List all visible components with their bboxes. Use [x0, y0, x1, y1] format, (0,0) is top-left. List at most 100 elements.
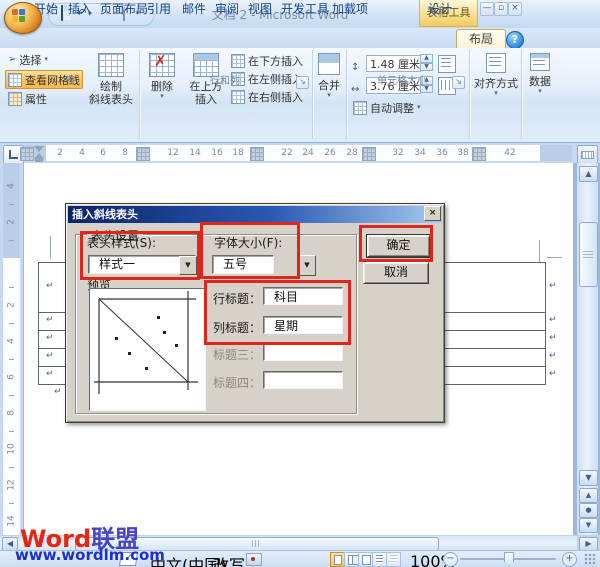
ruler-number: 34 [414, 148, 426, 158]
scroll-up-button[interactable]: ▲ [579, 166, 598, 182]
title4-input[interactable] [263, 371, 343, 389]
column-marker-icon[interactable] [250, 147, 264, 161]
insert-right-button[interactable]: 在右侧插入 [229, 88, 305, 105]
ruler-number: 12 [167, 148, 179, 158]
ruler-number: 42 [504, 148, 516, 158]
properties-icon [8, 91, 22, 106]
dialog-close-button[interactable]: × [424, 206, 441, 221]
cell-end-mark: ↵ [46, 315, 54, 325]
previous-page-button[interactable]: ▲ [579, 488, 598, 503]
row-height-stepper[interactable]: ▲ ▼ [420, 54, 433, 71]
column-marker-icon[interactable] [136, 147, 150, 161]
dialog-launcher-icon[interactable]: ↘ [296, 76, 309, 89]
dialog-launcher-icon[interactable]: ↘ [452, 76, 465, 89]
first-line-indent-marker[interactable] [34, 146, 44, 152]
view-outline-button[interactable] [372, 552, 387, 567]
ruler-number: 8 [6, 410, 17, 416]
font-size-combobox[interactable]: 五号 [212, 255, 274, 274]
tab-design[interactable]: 设计 [424, 0, 456, 19]
view-draft-button[interactable] [386, 552, 401, 567]
table-border [38, 330, 65, 331]
row-title-input[interactable] [263, 287, 343, 305]
ruler-tick [9, 323, 14, 324]
watermark-url: www.wordlm.com [15, 546, 165, 564]
tab-layout-active[interactable]: 布局 [456, 29, 506, 49]
tab-references[interactable]: 引用 [143, 0, 175, 19]
ok-button[interactable]: 确定 [366, 234, 431, 258]
cursor-icon: ➢ [8, 54, 17, 65]
status-overtype-mode[interactable]: 改写 [213, 552, 245, 567]
row-height-input[interactable] [366, 55, 421, 72]
data-button[interactable]: 数据 ▾ [524, 53, 556, 95]
ruler-tick [9, 240, 14, 241]
distribute-rows-button[interactable] [438, 55, 456, 73]
data-icon [530, 53, 550, 71]
minimize-button[interactable]: — [480, 2, 494, 16]
ruler-tick [9, 204, 14, 205]
select-browse-object-button[interactable]: ● [579, 503, 598, 518]
column-marker-icon[interactable] [362, 147, 376, 161]
ruler-number: 4 [6, 338, 17, 344]
col-title-input[interactable] [263, 316, 343, 334]
alignment-button[interactable]: 对齐方式 ▾ [472, 53, 520, 97]
ruler-number: 10 [6, 443, 17, 455]
ruler-number: 6 [100, 148, 106, 158]
tab-view[interactable]: 视图 [244, 0, 276, 19]
select-button[interactable]: ➢ 选择 ▾ [6, 51, 50, 68]
group-label-rows-cols: 行和列 [210, 76, 240, 87]
combobox-dropdown-icon[interactable]: ▼ [298, 255, 316, 276]
chevron-down-icon: ▾ [538, 87, 542, 95]
vertical-ruler[interactable]: 4 2 2 4 6 8 10 12 14 [0, 163, 23, 535]
vertical-scroll-thumb[interactable] [579, 222, 598, 287]
close-button[interactable]: × [508, 2, 522, 16]
view-web-layout-button[interactable] [358, 552, 373, 567]
group-label-cell-size: 单元格大小 [377, 76, 427, 87]
horizontal-ruler[interactable]: 2 4 6 8 12 14 16 18 22 24 26 28 32 34 36 38 42 [20, 145, 572, 162]
zoom-out-button[interactable]: − [443, 552, 458, 567]
word-application-window: ↶ ▾ ↷ ▾ 文档 2 - Microsoft Word 表格工具 — ▫ ×… [0, 0, 600, 567]
group-separator [139, 50, 140, 138]
column-marker-icon[interactable] [472, 147, 486, 161]
table-border [38, 366, 65, 367]
tab-insert[interactable]: 插入 [64, 0, 96, 19]
autofit-button[interactable]: 自动调整 ▾ [351, 99, 423, 116]
row-end-mark: ↵ [549, 351, 557, 361]
tab-developer[interactable]: 开发工具 [277, 0, 333, 19]
dialog-title-bar[interactable]: 插入斜线表头 [68, 206, 442, 223]
diagonal-header-preview [94, 291, 198, 394]
cancel-button[interactable]: 取消 [363, 262, 429, 284]
view-fullscreen-reading-button[interactable] [344, 552, 360, 567]
insert-diagonal-header-dialog: 插入斜线表头 × 表头设置 表头样式(S): 样式一 ▼ 字体大小(F): 五号… [65, 203, 445, 423]
ruler-toggle-button[interactable] [577, 145, 598, 164]
view-print-layout-button[interactable] [330, 552, 345, 567]
restore-button[interactable]: ▫ [494, 2, 508, 16]
ruler-number: 6 [6, 374, 17, 380]
ruler-number: 24 [302, 148, 314, 158]
tab-addins[interactable]: 加载项 [328, 0, 372, 19]
properties-button[interactable]: 属性 [6, 90, 49, 107]
zoom-in-button[interactable]: + [562, 552, 577, 567]
tab-review[interactable]: 审阅 [211, 0, 243, 19]
ruler-number: 12 [6, 479, 17, 491]
ruler-number: 14 [6, 515, 17, 527]
combobox-dropdown-icon[interactable]: ▼ [179, 256, 197, 275]
resize-grip[interactable] [584, 553, 596, 565]
left-indent-marker[interactable] [35, 159, 43, 162]
scroll-right-button[interactable]: ▶ [579, 537, 598, 551]
insert-below-icon [231, 53, 245, 68]
autofit-icon [353, 100, 367, 115]
scroll-down-button[interactable]: ▼ [579, 470, 598, 486]
insert-below-button[interactable]: 在下方插入 [229, 52, 305, 69]
merge-button[interactable]: 合并 ▾ [313, 53, 345, 99]
column-marker-icon[interactable] [20, 147, 34, 161]
next-page-button[interactable]: ▼ [579, 518, 598, 533]
tab-mailings[interactable]: 邮件 [178, 0, 210, 19]
title3-input[interactable] [263, 343, 343, 361]
table-border [38, 384, 65, 385]
row-title-label: 行标题： [213, 292, 262, 306]
help-button[interactable]: ? [506, 31, 524, 49]
row-end-mark: ↵ [549, 369, 557, 379]
ruler-number: 32 [392, 148, 404, 158]
macro-record-icon[interactable] [246, 553, 262, 566]
ruler-number: 36 [436, 148, 448, 158]
